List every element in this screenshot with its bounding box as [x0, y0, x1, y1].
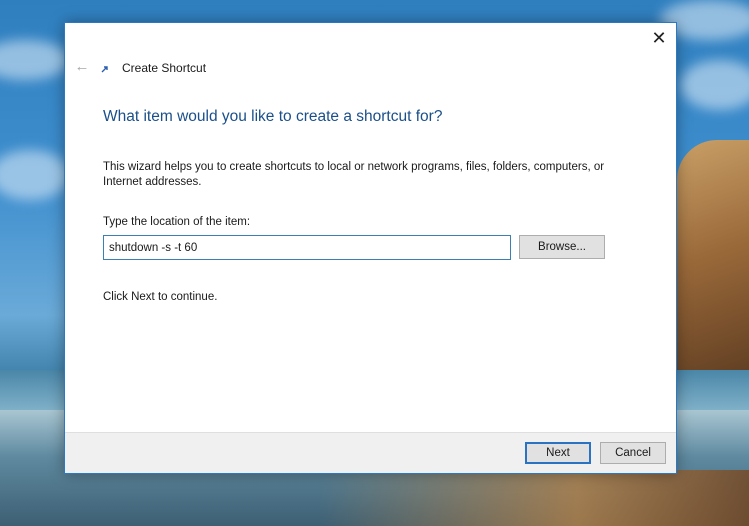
background-reflection [319, 470, 749, 526]
next-button[interactable]: Next [525, 442, 591, 464]
shortcut-icon [101, 65, 109, 73]
background-cloud [0, 150, 70, 200]
close-button[interactable]: ✕ [648, 27, 670, 49]
location-input[interactable] [103, 235, 511, 260]
background-cloud [0, 40, 70, 80]
browse-button[interactable]: Browse... [519, 235, 605, 259]
page-heading: What item would you like to create a sho… [103, 108, 443, 125]
back-button[interactable]: ← [73, 58, 91, 76]
background-cloud [680, 60, 749, 110]
wizard-description: This wizard helps you to create shortcut… [103, 161, 605, 188]
desktop-background: ✕ ← Create Shortcut What item would you … [0, 0, 749, 526]
close-icon: ✕ [651, 28, 667, 48]
background-rock [677, 140, 749, 390]
wizard-title: Create Shortcut [122, 61, 207, 75]
cancel-button[interactable]: Cancel [600, 442, 666, 464]
continue-instruction: Click Next to continue. [103, 291, 218, 303]
location-label: Type the location of the item: [103, 216, 251, 228]
create-shortcut-dialog: ✕ ← Create Shortcut What item would you … [64, 22, 677, 474]
dialog-footer: Next Cancel [65, 432, 676, 473]
back-arrow-icon: ← [74, 58, 90, 75]
